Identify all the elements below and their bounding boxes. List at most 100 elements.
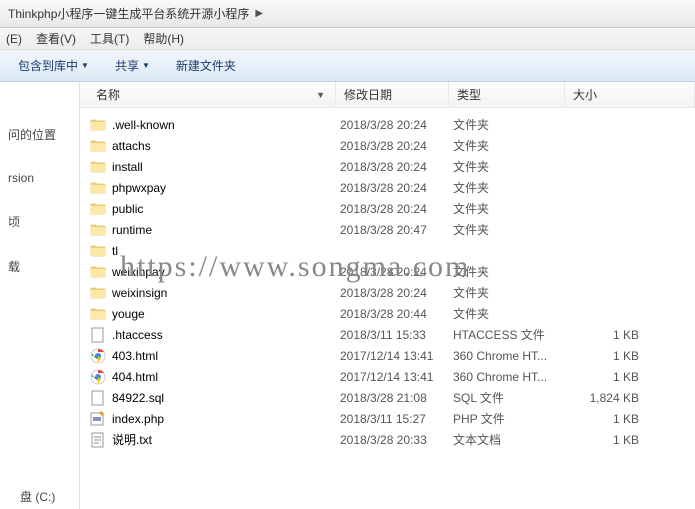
folder-icon: [90, 264, 106, 280]
file-name: weixinsign: [112, 286, 167, 300]
file-date: 2018/3/28 20:24: [340, 286, 453, 300]
file-date: 2018/3/28 20:24: [340, 265, 453, 279]
new-folder-button[interactable]: 新建文件夹: [166, 53, 246, 78]
file-type: 文件夹: [453, 179, 569, 196]
file-type: HTACCESS 文件: [453, 326, 569, 343]
folder-icon: [90, 117, 106, 133]
file-size: 1 KB: [569, 412, 649, 426]
column-date[interactable]: 修改日期: [336, 82, 449, 107]
file-type: 文本文档: [453, 431, 569, 448]
menu-bar: (E) 查看(V) 工具(T) 帮助(H): [0, 28, 695, 50]
file-name: index.php: [112, 412, 164, 426]
column-size[interactable]: 大小: [565, 82, 695, 107]
file-date: 2018/3/28 20:24: [340, 181, 453, 195]
breadcrumb-path[interactable]: Thinkphp小程序一键生成平台系统开源小程序: [8, 5, 249, 22]
newfolder-label: 新建文件夹: [176, 57, 236, 74]
file-type: 文件夹: [453, 263, 569, 280]
folder-icon: [90, 180, 106, 196]
file-name: install: [112, 160, 143, 174]
file-row[interactable]: .htaccess2018/3/11 15:33HTACCESS 文件1 KB: [80, 324, 695, 345]
file-date: 2017/12/14 13:41: [340, 349, 453, 363]
file-name: 84922.sql: [112, 391, 164, 405]
file-name: .well-known: [112, 118, 175, 132]
file-name: 403.html: [112, 349, 158, 363]
file-date: 2018/3/28 20:24: [340, 139, 453, 153]
file-date: 2018/3/28 20:24: [340, 160, 453, 174]
chrome-icon: [90, 369, 106, 385]
file-row[interactable]: .well-known 2018/3/28 20:24文件夹: [80, 114, 695, 135]
file-row[interactable]: 说明.txt2018/3/28 20:33文本文档1 KB: [80, 429, 695, 450]
file-size: 1,824 KB: [569, 391, 649, 405]
file-row[interactable]: 84922.sql2018/3/28 21:08SQL 文件1,824 KB: [80, 387, 695, 408]
nav-freq[interactable]: 顷: [0, 199, 79, 244]
file-date: 2018/3/28 20:47: [340, 223, 453, 237]
file-type: PHP 文件: [453, 410, 569, 427]
file-name: 说明.txt: [112, 431, 152, 448]
file-name: public: [112, 202, 143, 216]
nav-drive-c[interactable]: 盘 (C:): [20, 488, 55, 505]
menu-help[interactable]: 帮助(H): [143, 30, 184, 47]
column-name-label: 名称: [96, 86, 120, 103]
folder-icon: [90, 222, 106, 238]
column-type[interactable]: 类型: [449, 82, 565, 107]
file-type: 文件夹: [453, 221, 569, 238]
include-in-library-button[interactable]: 包含到库中 ▼: [8, 53, 99, 78]
file-date: 2018/3/28 20:24: [340, 118, 453, 132]
php-icon: [90, 411, 106, 427]
menu-tools[interactable]: 工具(T): [90, 30, 129, 47]
file-type: 文件夹: [453, 137, 569, 154]
file-row[interactable]: public2018/3/28 20:24文件夹: [80, 198, 695, 219]
nav-rsion[interactable]: rsion: [0, 157, 79, 199]
file-name: runtime: [112, 223, 152, 237]
file-size: 1 KB: [569, 370, 649, 384]
menu-view[interactable]: 查看(V): [36, 30, 76, 47]
file-type: 文件夹: [453, 284, 569, 301]
file-date: 2018/3/28 21:08: [340, 391, 453, 405]
folder-icon: [90, 138, 106, 154]
column-name[interactable]: 名称 ▼: [80, 82, 336, 107]
file-name: phpwxpay: [112, 181, 166, 195]
file-size: 1 KB: [569, 349, 649, 363]
file-date: 2018/3/28 20:44: [340, 307, 453, 321]
file-row[interactable]: weixinsign 2018/3/28 20:24文件夹: [80, 282, 695, 303]
share-button[interactable]: 共享 ▼: [105, 53, 160, 78]
file-name: tl: [112, 244, 118, 258]
nav-recent[interactable]: 问的位置: [0, 112, 79, 157]
file-size: 1 KB: [569, 328, 649, 342]
file-type: 360 Chrome HT...: [453, 349, 569, 363]
dropdown-arrow-icon: ▼: [81, 61, 89, 70]
file-row[interactable]: index.php2018/3/11 15:27PHP 文件1 KB: [80, 408, 695, 429]
file-type: 360 Chrome HT...: [453, 370, 569, 384]
file-row[interactable]: 403.html 2017/12/14 13:41360 Chrome HT...…: [80, 345, 695, 366]
address-bar[interactable]: Thinkphp小程序一键生成平台系统开源小程序 ▶: [0, 0, 695, 28]
file-icon: [90, 390, 106, 406]
include-label: 包含到库中: [18, 57, 78, 74]
file-row[interactable]: youge2018/3/28 20:44文件夹: [80, 303, 695, 324]
main-area: 问的位置 rsion 顷 载 名称 ▼ 修改日期 类型 大小 .well-kno…: [0, 82, 695, 509]
file-row[interactable]: install2018/3/28 20:24文件夹: [80, 156, 695, 177]
nav-download[interactable]: 载: [0, 244, 79, 289]
chrome-icon: [90, 348, 106, 364]
folder-icon: [90, 159, 106, 175]
file-row[interactable]: phpwxpay 2018/3/28 20:24文件夹: [80, 177, 695, 198]
file-row[interactable]: weixinpay 2018/3/28 20:24文件夹: [80, 261, 695, 282]
toolbar: 包含到库中 ▼ 共享 ▼ 新建文件夹: [0, 50, 695, 82]
file-type: 文件夹: [453, 305, 569, 322]
file-row[interactable]: tl: [80, 240, 695, 261]
file-size: 1 KB: [569, 433, 649, 447]
file-name: weixinpay: [112, 265, 165, 279]
file-type: 文件夹: [453, 116, 569, 133]
file-row[interactable]: 404.html2017/12/14 13:41360 Chrome HT...…: [80, 366, 695, 387]
file-name: 404.html: [112, 370, 158, 384]
file-date: 2018/3/11 15:33: [340, 328, 453, 342]
folder-icon: [90, 306, 106, 322]
txt-icon: [90, 432, 106, 448]
menu-edit[interactable]: (E): [6, 32, 22, 46]
file-date: 2018/3/28 20:24: [340, 202, 453, 216]
file-icon: [90, 327, 106, 343]
file-row[interactable]: runtime 2018/3/28 20:47文件夹: [80, 219, 695, 240]
breadcrumb-arrow-icon[interactable]: ▶: [255, 8, 263, 19]
file-row[interactable]: attachs2018/3/28 20:24文件夹: [80, 135, 695, 156]
file-list[interactable]: .well-known2018/3/28 20:24文件夹attachs2018…: [80, 108, 695, 450]
navigation-pane[interactable]: 问的位置 rsion 顷 载: [0, 82, 80, 509]
